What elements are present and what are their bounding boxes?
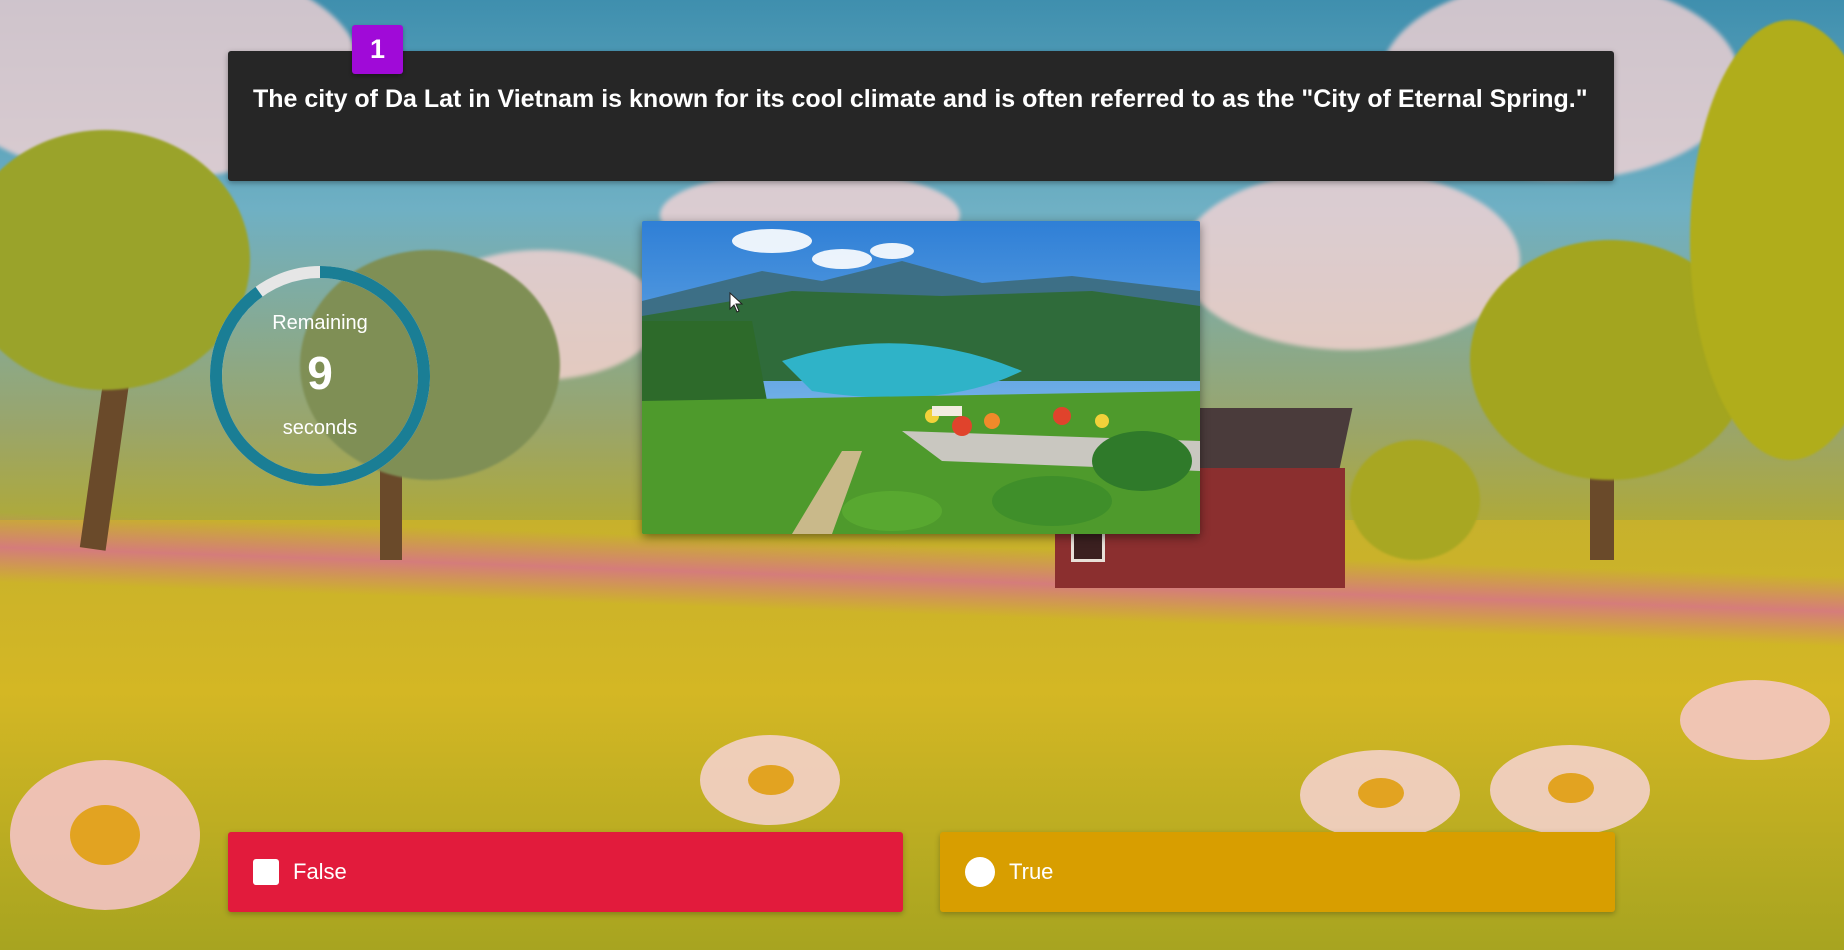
background-tree-trunk (1590, 380, 1614, 560)
question-card: The city of Da Lat in Vietnam is known f… (228, 51, 1614, 181)
answer-false-label: False (293, 859, 347, 884)
background-tree (1470, 240, 1750, 480)
background-cloud (1180, 170, 1520, 350)
timer-label-remaining: Remaining (272, 312, 368, 334)
background-flower (1490, 745, 1650, 835)
background-tree (1350, 440, 1480, 560)
timer-value: 9 (307, 347, 333, 399)
quiz-screen: The city of Da Lat in Vietnam is known f… (0, 0, 1844, 950)
countdown-timer: Remaining 9 seconds (208, 264, 432, 488)
landscape-photo (642, 221, 1200, 534)
answer-false-button[interactable]: False (228, 832, 903, 912)
question-number-badge: 1 (352, 25, 403, 74)
background-flower-center (748, 765, 794, 795)
background-tree-trunk (79, 329, 137, 551)
background-flower-center (1358, 778, 1404, 808)
background-flower (1680, 680, 1830, 760)
background-flower (700, 735, 840, 825)
answer-true-button[interactable]: True (940, 832, 1615, 912)
question-image (642, 221, 1200, 534)
mouse-pointer-icon (729, 292, 744, 313)
answer-true-label: True (1009, 859, 1054, 884)
question-text: The city of Da Lat in Vietnam is known f… (253, 85, 1588, 113)
background-tree (1690, 20, 1844, 460)
background-flower-center (70, 805, 140, 865)
square-icon (253, 859, 279, 885)
timer-label-seconds: seconds (282, 417, 358, 439)
background-flower-center (1548, 773, 1594, 803)
background-flower (1300, 750, 1460, 840)
circle-icon (965, 857, 995, 887)
background-flower (10, 760, 200, 910)
background-cloud (420, 250, 660, 380)
